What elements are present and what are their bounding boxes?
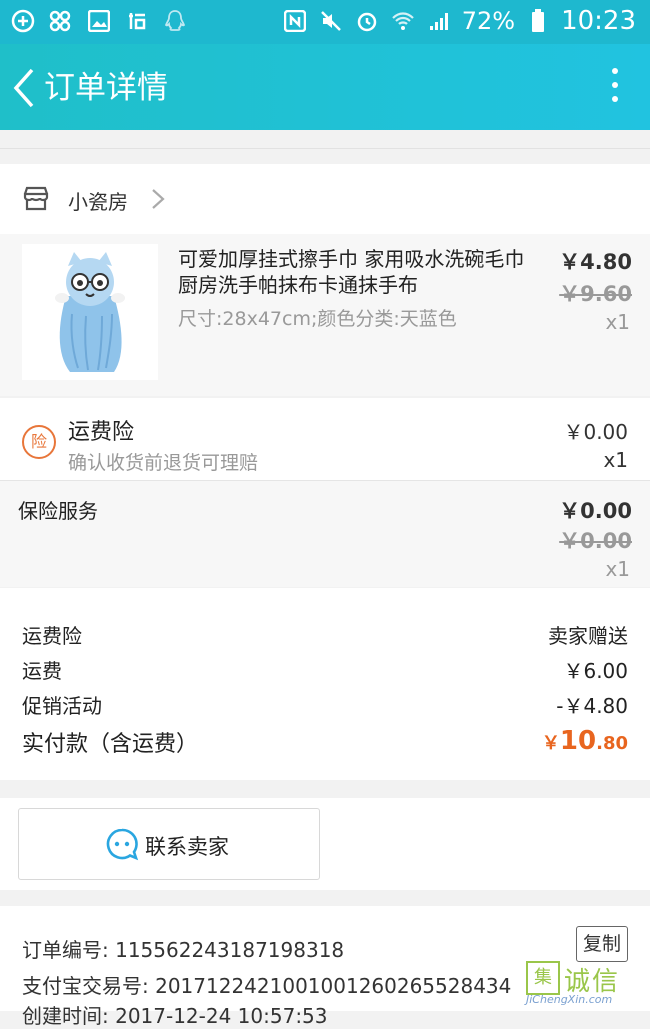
insurance-price: ￥0.00 xyxy=(563,420,628,444)
watermark-url: JiChengXin.com xyxy=(526,993,613,1006)
summary-value: 卖家赠送 xyxy=(548,624,628,648)
clock: 10:23 xyxy=(561,6,636,36)
service-quantity: x1 xyxy=(605,557,630,581)
summary-row: 促销活动 -￥4.80 xyxy=(22,690,628,719)
back-button[interactable] xyxy=(10,66,40,110)
more-dot-icon xyxy=(612,96,618,102)
watermark-logo: 集 诚信 JiChengXin.com xyxy=(526,961,646,1006)
chevron-right-icon xyxy=(150,188,166,210)
page-title: 订单详情 xyxy=(44,70,168,106)
battery-icon xyxy=(525,8,551,34)
shop-row[interactable]: 小瓷房 xyxy=(0,164,650,235)
gallery-icon xyxy=(86,8,112,34)
insurance-quantity: x1 xyxy=(603,448,628,472)
service-price: ￥0.00 xyxy=(559,499,632,523)
shop-icon xyxy=(22,184,50,212)
insurance-service-row: 保险服务 ￥0.00 ￥0.00 x1 xyxy=(0,481,650,587)
shop-name: 小瓷房 xyxy=(68,190,128,214)
more-dot-icon xyxy=(612,82,618,88)
more-dot-icon xyxy=(612,68,618,74)
taobao-icon xyxy=(124,8,150,34)
product-title: 可爱加厚挂式擦手巾 家用吸水洗碗毛巾厨房洗手帕抹布卡通抹手布 xyxy=(178,247,525,297)
status-bar: 72% 10:23 xyxy=(0,0,650,44)
notification-icons xyxy=(10,8,188,34)
alipay-trade-number: 支付宝交易号: 2017122421001001260265528434 xyxy=(22,974,512,998)
alarm-icon xyxy=(354,8,380,34)
product-thumbnail xyxy=(22,244,158,380)
summary-value: ￥6.00 xyxy=(563,659,628,683)
summary-row: 运费险 卖家赠送 xyxy=(22,620,628,649)
plus-circle-icon xyxy=(10,8,36,34)
watermark-mark: 集 xyxy=(526,961,560,995)
app-cluster-icon xyxy=(48,8,74,34)
product-quantity: x1 xyxy=(605,310,630,334)
wifi-icon xyxy=(390,8,416,34)
app-bar: 订单详情 xyxy=(0,44,650,130)
insurance-name: 运费险 xyxy=(68,420,135,445)
action-bar: 联系卖家 xyxy=(0,798,650,890)
insurance-badge-icon: 险 xyxy=(22,425,56,459)
mute-icon xyxy=(318,8,344,34)
contact-seller-label: 联系卖家 xyxy=(145,835,229,859)
summary-label: 运费 xyxy=(22,659,62,683)
summary-row: 运费 ￥6.00 xyxy=(22,655,628,684)
more-menu-button[interactable] xyxy=(610,68,620,108)
total-amount: ￥10.80 xyxy=(541,726,628,756)
top-spacer xyxy=(0,130,650,149)
summary-label: 促销活动 xyxy=(22,694,102,718)
service-name: 保险服务 xyxy=(18,499,98,523)
price-summary: 运费险 卖家赠送 运费 ￥6.00 促销活动 -￥4.80 实付款（含运费） ￥… xyxy=(0,588,650,780)
order-number: 订单编号: 1155622431871983​18 xyxy=(22,938,345,962)
total-label: 实付款（含运费） xyxy=(22,732,199,757)
service-original-price: ￥0.00 xyxy=(559,529,632,553)
battery-percent: 72% xyxy=(461,7,516,35)
total-row: 实付款（含运费） ￥10.80 xyxy=(22,726,628,758)
shipping-insurance-row: 险 运费险 确认收货前退货可理赔 ￥0.00 x1 xyxy=(0,398,650,481)
product-original-price: ￥9.60 xyxy=(559,282,632,306)
signal-icon xyxy=(426,8,452,34)
copy-button[interactable]: 复制 xyxy=(576,926,628,962)
nfc-icon xyxy=(282,8,308,34)
contact-seller-button[interactable]: 联系卖家 xyxy=(18,808,320,880)
chevron-left-icon xyxy=(13,68,34,108)
chat-bubble-icon xyxy=(105,827,139,861)
product-price: ￥4.80 xyxy=(559,250,632,274)
product-item[interactable]: 可爱加厚挂式擦手巾 家用吸水洗碗毛巾厨房洗手帕抹布卡通抹手布 尺寸:28x47c… xyxy=(0,234,650,396)
qq-icon xyxy=(162,8,188,34)
system-icons: 72% 10:23 xyxy=(282,6,636,36)
insurance-description: 确认收货前退货可理赔 xyxy=(68,452,259,474)
product-spec: 尺寸:28x47cm;颜色分类:天蓝色 xyxy=(178,308,457,330)
summary-value: -￥4.80 xyxy=(556,694,628,718)
summary-label: 运费险 xyxy=(22,624,82,648)
created-time: 创建时间: 2017-12-24 10:57:53 xyxy=(22,1004,328,1028)
